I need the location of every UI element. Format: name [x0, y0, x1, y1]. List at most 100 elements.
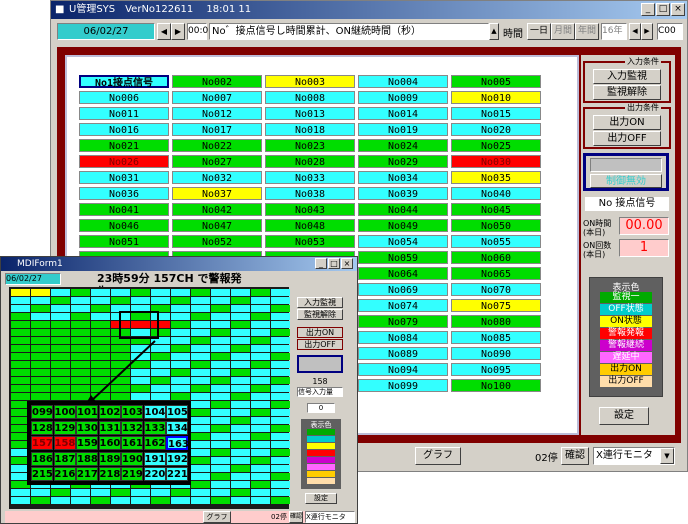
mini-cell[interactable] — [11, 337, 30, 344]
signal-cell[interactable]: No049 — [358, 219, 448, 232]
signal-cell[interactable]: No060 — [451, 251, 541, 264]
signal-cell[interactable]: No003 — [265, 75, 355, 88]
mini-cell[interactable] — [191, 353, 210, 360]
mini-cell[interactable] — [271, 385, 290, 392]
signal-cell[interactable]: No043 — [265, 203, 355, 216]
mini-cell[interactable] — [71, 289, 90, 296]
mini-cell[interactable] — [271, 401, 290, 408]
signal-cell[interactable]: No015 — [451, 107, 541, 120]
mini-cell[interactable] — [251, 385, 270, 392]
mini-cell[interactable] — [211, 473, 230, 480]
mini-cell[interactable] — [231, 337, 250, 344]
channel-field[interactable]: C00 — [657, 23, 683, 40]
mini-cell[interactable] — [271, 489, 290, 496]
mini-cell[interactable] — [91, 289, 110, 296]
zoom-cell[interactable]: 192 — [166, 451, 188, 466]
mini-cell[interactable] — [11, 489, 30, 496]
mdi-minimize-icon[interactable]: _ — [315, 258, 327, 269]
mini-cell[interactable] — [51, 497, 70, 504]
mini-cell[interactable] — [171, 385, 190, 392]
mdi-settings-button[interactable]: 設定 — [305, 493, 337, 504]
signal-cell[interactable]: No022 — [172, 139, 262, 152]
mini-cell[interactable] — [191, 489, 210, 496]
mini-cell[interactable] — [211, 497, 230, 504]
mini-cell[interactable] — [191, 329, 210, 336]
mini-cell[interactable] — [251, 473, 270, 480]
input-monitor-button[interactable]: 入力監視 — [593, 69, 661, 84]
date-next-icon[interactable]: ▶ — [171, 23, 185, 40]
zoom-cell[interactable]: 162 — [143, 436, 166, 450]
mini-cell[interactable] — [231, 353, 250, 360]
mini-cell[interactable] — [171, 321, 190, 328]
mini-cell[interactable] — [111, 289, 130, 296]
mini-cell[interactable] — [71, 497, 90, 504]
mini-cell[interactable] — [171, 305, 190, 312]
mini-cell[interactable] — [71, 313, 90, 320]
mdi-mode-select[interactable]: X連行モニタ — [305, 511, 355, 523]
signal-cell[interactable]: No004 — [358, 75, 448, 88]
mini-cell[interactable] — [191, 441, 210, 448]
signal-cell[interactable]: No028 — [265, 155, 355, 168]
zoom-cell[interactable]: 128 — [31, 420, 53, 435]
signal-cell[interactable]: No039 — [358, 187, 448, 200]
year-button[interactable]: 年間 — [575, 23, 599, 40]
mini-cell[interactable] — [71, 305, 90, 312]
mini-cell[interactable] — [11, 345, 30, 352]
mini-cell[interactable] — [211, 393, 230, 400]
mini-cell[interactable] — [231, 497, 250, 504]
settings-button[interactable]: 設定 — [599, 407, 649, 425]
month-button[interactable]: 月間 — [551, 23, 575, 40]
signal-cell[interactable]: No024 — [358, 139, 448, 152]
signal-cell[interactable]: No041 — [79, 203, 169, 216]
mini-cell[interactable] — [251, 497, 270, 504]
mini-cell[interactable] — [191, 481, 210, 488]
mini-cell[interactable] — [271, 353, 290, 360]
mini-cell[interactable] — [231, 393, 250, 400]
control-disable-button[interactable]: 制御無効 — [590, 174, 662, 188]
mdi-graph-button[interactable]: グラフ — [203, 511, 231, 523]
signal-cell[interactable]: No059 — [358, 251, 448, 264]
mini-cell[interactable] — [231, 305, 250, 312]
mini-cell[interactable] — [31, 313, 50, 320]
mini-cell[interactable] — [191, 313, 210, 320]
count-field[interactable]: 16年 — [601, 23, 627, 40]
zoom-cell[interactable]: 133 — [143, 420, 166, 435]
signal-cell[interactable]: No033 — [265, 171, 355, 184]
mini-cell[interactable] — [211, 441, 230, 448]
signal-cell[interactable]: No089 — [358, 347, 448, 360]
mini-cell[interactable] — [171, 377, 190, 384]
zoom-cell[interactable]: 132 — [121, 420, 143, 435]
signal-cell[interactable]: No075 — [451, 299, 541, 312]
mini-cell[interactable] — [91, 497, 110, 504]
mini-cell[interactable] — [211, 433, 230, 440]
mini-cell[interactable] — [271, 305, 290, 312]
signal-cell[interactable]: No038 — [265, 187, 355, 200]
mini-cell[interactable] — [91, 329, 110, 336]
mini-cell[interactable] — [51, 321, 70, 328]
zoom-cell[interactable]: 100 — [53, 405, 76, 419]
monitor-release-button[interactable]: 監視解除 — [593, 85, 661, 100]
signal-cell[interactable]: No069 — [358, 283, 448, 296]
mini-cell[interactable] — [271, 289, 290, 296]
zoom-cell[interactable]: 218 — [98, 467, 121, 481]
signal-cell[interactable]: No046 — [79, 219, 169, 232]
zoom-cell[interactable]: 219 — [121, 467, 143, 481]
mini-cell[interactable] — [211, 337, 230, 344]
mini-cell[interactable] — [251, 401, 270, 408]
signal-cell[interactable]: No012 — [172, 107, 262, 120]
mini-cell[interactable] — [251, 313, 270, 320]
mini-cell[interactable] — [31, 289, 50, 296]
mini-cell[interactable] — [191, 305, 210, 312]
signal-cell[interactable]: No030 — [451, 155, 541, 168]
mini-cell[interactable] — [271, 313, 290, 320]
mini-cell[interactable] — [231, 473, 250, 480]
zoom-cell[interactable]: 157 — [31, 436, 53, 450]
mdi-confirm-button[interactable]: 確認 — [289, 511, 303, 523]
mini-cell[interactable] — [231, 441, 250, 448]
mini-cell[interactable] — [171, 329, 190, 336]
signal-cell[interactable]: No036 — [79, 187, 169, 200]
signal-cell[interactable]: No044 — [358, 203, 448, 216]
mini-cell[interactable] — [71, 489, 90, 496]
mini-cell[interactable] — [171, 297, 190, 304]
zoom-cell[interactable]: 102 — [98, 405, 121, 419]
